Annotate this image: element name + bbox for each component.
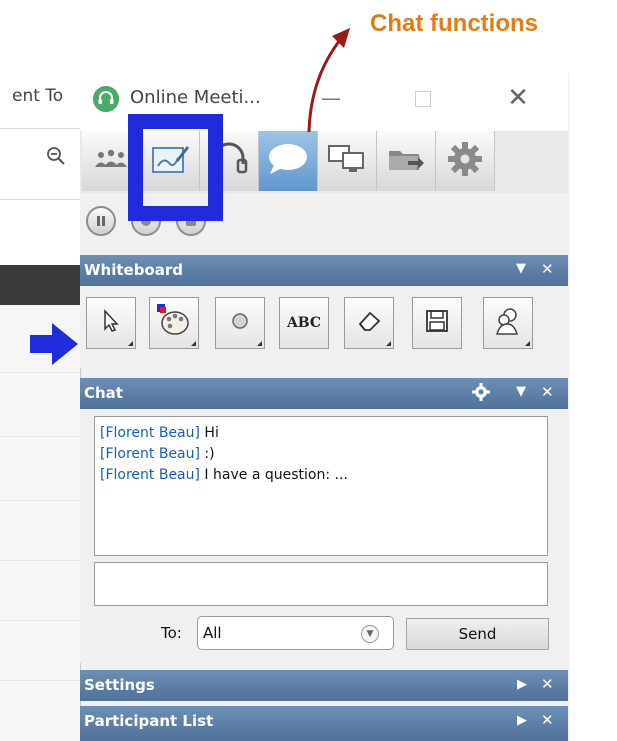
gear-icon [446,140,484,182]
message-author: [Florent Beau] [100,446,200,462]
background-divider [0,128,80,129]
settings-button[interactable] [436,131,495,191]
expand-icon[interactable]: ▶ [517,677,527,692]
whiteboard-panel-title: Whiteboard [84,261,184,279]
headset-logo-icon [93,86,119,112]
chat-panel-title: Chat [84,384,123,402]
chat-message: [Florent Beau] :) [100,444,542,465]
window-title: Online Meeti... [130,87,261,108]
recipient-value: All [203,624,222,642]
save-icon [425,309,449,337]
palette-icon [157,304,191,342]
message-text: Hi [199,425,219,441]
chat-input[interactable] [94,562,548,606]
close-button[interactable]: ✕ [503,84,533,114]
chat-button[interactable] [259,131,318,191]
close-panel-icon[interactable]: ✕ [541,260,554,278]
send-button[interactable]: Send [406,618,549,650]
text-tool-button[interactable]: ABC [279,297,329,349]
user-cards-button[interactable] [483,297,533,349]
whiteboard-panel-header[interactable]: Whiteboard ▼ ✕ [80,255,568,286]
user-cards-icon [493,306,523,340]
close-panel-icon[interactable]: ✕ [541,711,554,729]
chat-panel-header[interactable]: Chat ▼ ✕ [80,378,568,409]
folder-share-icon [386,143,426,179]
highlight-box [128,114,223,221]
background-dark-bar [0,265,80,305]
chat-bubble-icon [266,141,310,181]
participants-icon [93,147,129,175]
color-palette-button[interactable] [149,297,199,349]
pause-icon [95,212,107,231]
settings-panel-header[interactable]: Settings ▶ ✕ [80,670,568,701]
background-tab-title[interactable]: ent To [12,86,63,106]
chat-log[interactable]: [Florent Beau] Hi [Florent Beau] :) [Flo… [94,416,548,556]
pause-button[interactable] [86,206,116,236]
recipient-label: To: [161,624,182,642]
pointer-arrow-icon [30,321,80,371]
participant-list-panel-header[interactable]: Participant List ▶ ✕ [80,706,568,741]
screen-share-icon [327,143,367,179]
collapse-icon[interactable]: ▼ [516,261,526,276]
chat-message: [Florent Beau] I have a question: ... [100,465,542,486]
participant-list-panel-title: Participant List [84,712,214,730]
settings-panel-title: Settings [84,676,155,694]
zoom-out-icon[interactable] [46,146,66,171]
circle-icon [230,311,250,335]
expand-icon[interactable]: ▶ [517,713,527,728]
pointer-tool-button[interactable] [86,297,136,349]
annotation-label: Chat functions [370,10,538,37]
gear-icon[interactable] [471,382,491,406]
maximize-button[interactable] [415,91,431,107]
collapse-icon[interactable]: ▼ [516,384,526,399]
message-text: :) [199,446,215,462]
save-whiteboard-button[interactable] [412,297,462,349]
message-text: I have a question: ... [199,467,348,483]
eraser-icon [356,310,382,336]
chevron-down-icon[interactable]: ▼ [361,625,379,643]
chat-message: [Florent Beau] Hi [100,423,542,444]
background-divider [0,199,80,200]
annotation-arrow [300,26,360,140]
close-panel-icon[interactable]: ✕ [541,675,554,693]
circle-tool-button[interactable] [215,297,265,349]
close-panel-icon[interactable]: ✕ [541,383,554,401]
message-author: [Florent Beau] [100,425,200,441]
eraser-tool-button[interactable] [344,297,394,349]
abc-text-icon: ABC [286,315,322,331]
file-share-button[interactable] [377,131,436,191]
message-author: [Florent Beau] [100,467,200,483]
screen-share-button[interactable] [318,131,377,191]
pointer-icon [101,309,121,337]
